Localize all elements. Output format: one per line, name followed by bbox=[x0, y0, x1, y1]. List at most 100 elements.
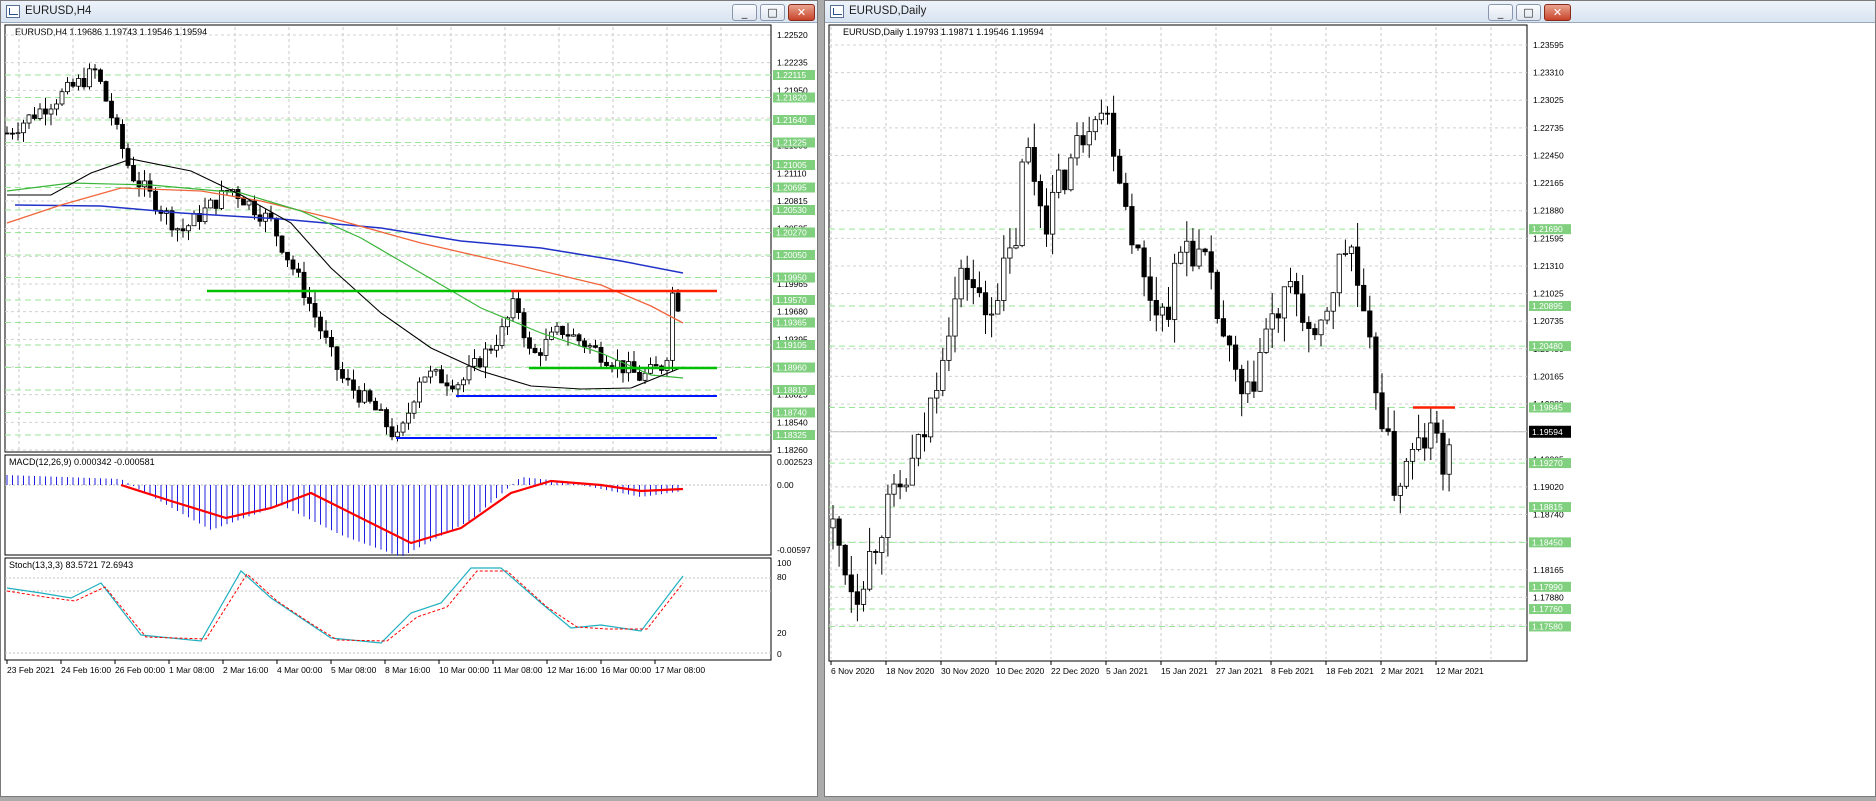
daily-candle-up bbox=[885, 493, 891, 538]
daily-candle-up bbox=[946, 335, 952, 361]
h4-candle-up bbox=[76, 78, 81, 87]
daily-candle-up bbox=[1007, 247, 1013, 259]
daily-chart-canvas[interactable]: EURUSD,Daily 1.19793 1.19871 1.19546 1.1… bbox=[825, 23, 1875, 796]
daily-candle-down bbox=[1293, 281, 1300, 295]
h4-candle-up bbox=[417, 381, 422, 403]
daily-candle-down bbox=[1373, 336, 1379, 394]
daily-level-label: 1.17580 bbox=[1532, 621, 1563, 631]
daily-candle-down bbox=[921, 434, 928, 438]
h4-candle-up bbox=[21, 122, 26, 134]
daily-time-tick: 18 Feb 2021 bbox=[1326, 666, 1374, 676]
daily-candle-up bbox=[988, 313, 995, 316]
h4-candle-up bbox=[554, 325, 560, 333]
h4-candle-down bbox=[598, 346, 604, 363]
h4-candle-down bbox=[351, 379, 356, 391]
h4-candle-up bbox=[428, 370, 433, 378]
daily-candle-up bbox=[1171, 262, 1178, 320]
maximize-button[interactable]: □ bbox=[1516, 4, 1541, 21]
daily-candle-up bbox=[1068, 157, 1074, 191]
daily-candle-down bbox=[1391, 431, 1397, 496]
close-button[interactable]: ✕ bbox=[1544, 4, 1571, 21]
h4-level-label: 1.19365 bbox=[776, 318, 807, 328]
daily-candle-up bbox=[867, 551, 873, 590]
daily-candle-down bbox=[1031, 147, 1037, 182]
h4-candle-down bbox=[527, 337, 532, 349]
h4-time-tick: 5 Mar 08:00 bbox=[331, 665, 377, 675]
daily-candle-down bbox=[1434, 422, 1440, 434]
daily-candle-up bbox=[1318, 319, 1324, 336]
h4-candle-down bbox=[334, 346, 340, 370]
h4-candle-down bbox=[32, 114, 37, 119]
daily-candle-up bbox=[1446, 444, 1452, 475]
daily-candle-up bbox=[1403, 460, 1410, 487]
daily-price-tick: 1.17880 bbox=[1533, 592, 1564, 602]
h4-time-tick: 2 Mar 16:00 bbox=[223, 665, 269, 675]
macd-scale-tick: 0.002523 bbox=[777, 457, 813, 467]
h4-level-label: 1.18740 bbox=[776, 408, 807, 418]
minimize-button[interactable]: _ bbox=[732, 4, 757, 21]
daily-time-tick: 12 Mar 2021 bbox=[1436, 666, 1484, 676]
h4-candle-down bbox=[532, 347, 538, 353]
daily-time-tick: 10 Dec 2020 bbox=[996, 666, 1044, 676]
daily-candle-down bbox=[1312, 328, 1318, 336]
h4-candle-down bbox=[318, 316, 323, 332]
h4-candle-down bbox=[307, 297, 312, 304]
h4-time-tick: 24 Feb 16:00 bbox=[61, 665, 111, 675]
daily-price-tick: 1.21880 bbox=[1533, 206, 1564, 216]
daily-candle-down bbox=[970, 279, 976, 289]
daily-chart-window[interactable]: EURUSD,Daily _ □ ✕ EURUSD,Daily 1.19793 … bbox=[824, 0, 1876, 797]
daily-time-tick: 2 Mar 2021 bbox=[1381, 666, 1424, 676]
daily-candle-down bbox=[1104, 112, 1111, 115]
daily-candle-down bbox=[1129, 206, 1135, 246]
daily-candle-down bbox=[1361, 284, 1367, 312]
h4-candle-down bbox=[538, 352, 543, 356]
h4-candle-up bbox=[642, 372, 648, 381]
daily-candle-down bbox=[1385, 428, 1391, 432]
daily-candle-up bbox=[1001, 257, 1007, 301]
h4-candle-down bbox=[356, 389, 362, 403]
daily-candle-up bbox=[1409, 449, 1416, 462]
daily-candle-down bbox=[848, 574, 854, 593]
h4-level-label: 1.19570 bbox=[776, 295, 807, 305]
h4-level-label: 1.20695 bbox=[776, 183, 807, 193]
h4-chart-canvas[interactable]: EURUSD,H4 1.19686 1.19743 1.19546 1.1959… bbox=[1, 23, 817, 796]
minimize-button[interactable]: _ bbox=[1488, 4, 1513, 21]
h4-window-titlebar[interactable]: EURUSD,H4 _ □ ✕ bbox=[1, 1, 817, 23]
h4-candle-down bbox=[153, 190, 158, 211]
daily-window-titlebar[interactable]: EURUSD,Daily _ □ ✕ bbox=[825, 1, 1875, 23]
daily-candle-up bbox=[1397, 485, 1403, 496]
daily-candle-up bbox=[1196, 248, 1202, 267]
h4-candle-down bbox=[125, 148, 131, 166]
price-panel bbox=[4, 24, 772, 453]
daily-candle-up bbox=[915, 434, 921, 459]
h4-candle-down bbox=[312, 303, 318, 318]
daily-level-label: 1.20480 bbox=[1532, 341, 1563, 351]
daily-candle-down bbox=[1037, 181, 1043, 207]
h4-candle-down bbox=[604, 361, 609, 367]
daily-time-tick: 22 Dec 2020 bbox=[1051, 666, 1099, 676]
daily-time-tick: 18 Nov 2020 bbox=[886, 666, 934, 676]
h4-candle-down bbox=[131, 165, 136, 182]
macd-scale-tick: 0.00 bbox=[777, 480, 794, 490]
daily-candle-down bbox=[1135, 244, 1141, 249]
close-button[interactable]: ✕ bbox=[788, 4, 815, 21]
daily-price-tick: 1.22450 bbox=[1533, 150, 1564, 160]
maximize-button[interactable]: □ bbox=[760, 4, 785, 21]
daily-chart-svg[interactable]: EURUSD,Daily 1.19793 1.19871 1.19546 1.1… bbox=[825, 23, 1875, 796]
h4-candle-down bbox=[593, 345, 598, 348]
h4-time-tick: 12 Mar 16:00 bbox=[547, 665, 597, 675]
h4-candle-up bbox=[48, 108, 54, 115]
daily-price-tick: 1.23595 bbox=[1533, 40, 1564, 50]
daily-candle-down bbox=[1123, 182, 1129, 207]
daily-candle-up bbox=[1178, 251, 1184, 264]
daily-candle-up bbox=[1336, 253, 1342, 294]
h4-candle-down bbox=[213, 199, 219, 209]
daily-candle-down bbox=[1153, 300, 1159, 316]
h4-candle-down bbox=[10, 132, 15, 135]
daily-candle-up bbox=[891, 483, 897, 495]
h4-price-tick: 1.22520 bbox=[777, 30, 808, 40]
daily-candle-up bbox=[909, 457, 915, 486]
h4-chart-window[interactable]: EURUSD,H4 _ □ ✕ EURUSD,H4 1.19686 1.1974… bbox=[0, 0, 818, 797]
h4-chart-svg[interactable]: EURUSD,H4 1.19686 1.19743 1.19546 1.1959… bbox=[1, 23, 817, 796]
h4-candle-down bbox=[345, 377, 351, 381]
